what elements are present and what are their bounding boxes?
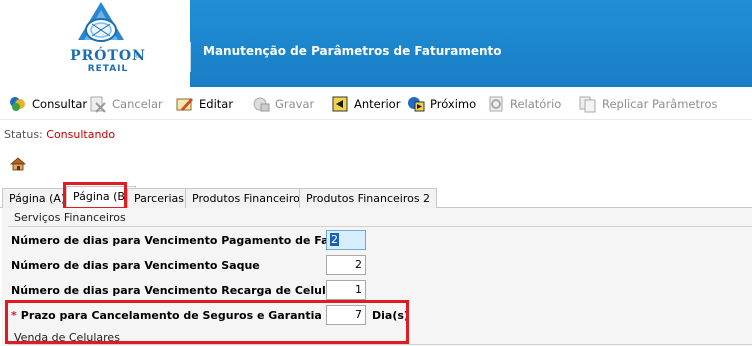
proximo-button[interactable]: Próximo <box>406 95 476 113</box>
gravar-label: Gravar <box>275 97 315 111</box>
app-header: PRÓTON RETAIL ® Manutenção de Parâmetros… <box>0 0 752 87</box>
consultar-button[interactable]: Consultar <box>8 95 87 113</box>
anterior-label: Anterior <box>354 97 401 111</box>
row-label-saque: Número de dias para Vencimento Saque <box>11 259 260 272</box>
editar-label: Editar <box>199 97 234 111</box>
logo-subtext: RETAIL <box>87 64 129 74</box>
status-value: Consultando <box>46 128 116 141</box>
save-icon <box>251 95 271 113</box>
status-bar: Status: Consultando <box>4 128 115 141</box>
section-title: Serviços Financeiros <box>14 211 126 224</box>
cancel-doc-icon <box>88 95 108 113</box>
proton-logo-icon <box>78 2 124 42</box>
replicate-icon <box>578 95 598 113</box>
proximo-label: Próximo <box>430 97 477 111</box>
fatura-days-value: 2 <box>330 233 339 246</box>
editar-button[interactable]: Editar <box>175 95 233 113</box>
section2-divider <box>8 344 752 345</box>
section-divider <box>8 226 752 227</box>
tab-produtos-financeiros[interactable]: Produtos Financeiros <box>185 188 313 208</box>
tab-highlight-box <box>63 182 127 210</box>
page-title: Manutenção de Parâmetros de Faturamento <box>203 44 502 58</box>
tab-produtos-financeiros-2[interactable]: Produtos Financeiros 2 <box>299 188 438 208</box>
replicar-parametros-button[interactable]: Replicar Parâmetros <box>578 95 718 113</box>
relatorio-button[interactable]: Relatório <box>486 95 561 113</box>
registered-mark: ® <box>134 52 141 60</box>
cancelar-button[interactable]: Cancelar <box>88 95 163 113</box>
section2-title: Venda de Celulares <box>14 331 120 344</box>
report-icon <box>486 95 506 113</box>
replicar-parametros-label: Replicar Parâmetros <box>602 97 718 111</box>
status-label: Status: <box>4 128 43 141</box>
recarga-days-input[interactable]: 1 <box>326 280 366 300</box>
home-icon[interactable] <box>10 157 26 171</box>
header-divider <box>190 42 191 72</box>
row-label-recarga: Número de dias para Vencimento Recarga d… <box>11 284 339 297</box>
search-people-icon <box>8 95 28 113</box>
logo: PRÓTON RETAIL ® <box>0 0 190 87</box>
relatorio-label: Relatório <box>510 97 562 111</box>
saque-days-input[interactable]: 2 <box>326 255 366 275</box>
fatura-days-input[interactable]: 2 <box>326 230 366 250</box>
row-label-fatura: Número de dias para Vencimento Pagamento… <box>11 234 355 247</box>
tab-pagina-a[interactable]: Página (A) <box>2 188 73 208</box>
tab-parcerias[interactable]: Parcerias <box>127 188 192 208</box>
consultar-label: Consultar <box>32 97 88 111</box>
next-icon <box>406 95 426 113</box>
cancelar-label: Cancelar <box>112 97 163 111</box>
previous-icon <box>330 95 350 113</box>
gravar-button[interactable]: Gravar <box>251 95 314 113</box>
edit-icon <box>175 95 195 113</box>
toolbar: Consultar Cancelar Editar Gravar Anterio… <box>0 88 752 120</box>
anterior-button[interactable]: Anterior <box>330 95 400 113</box>
